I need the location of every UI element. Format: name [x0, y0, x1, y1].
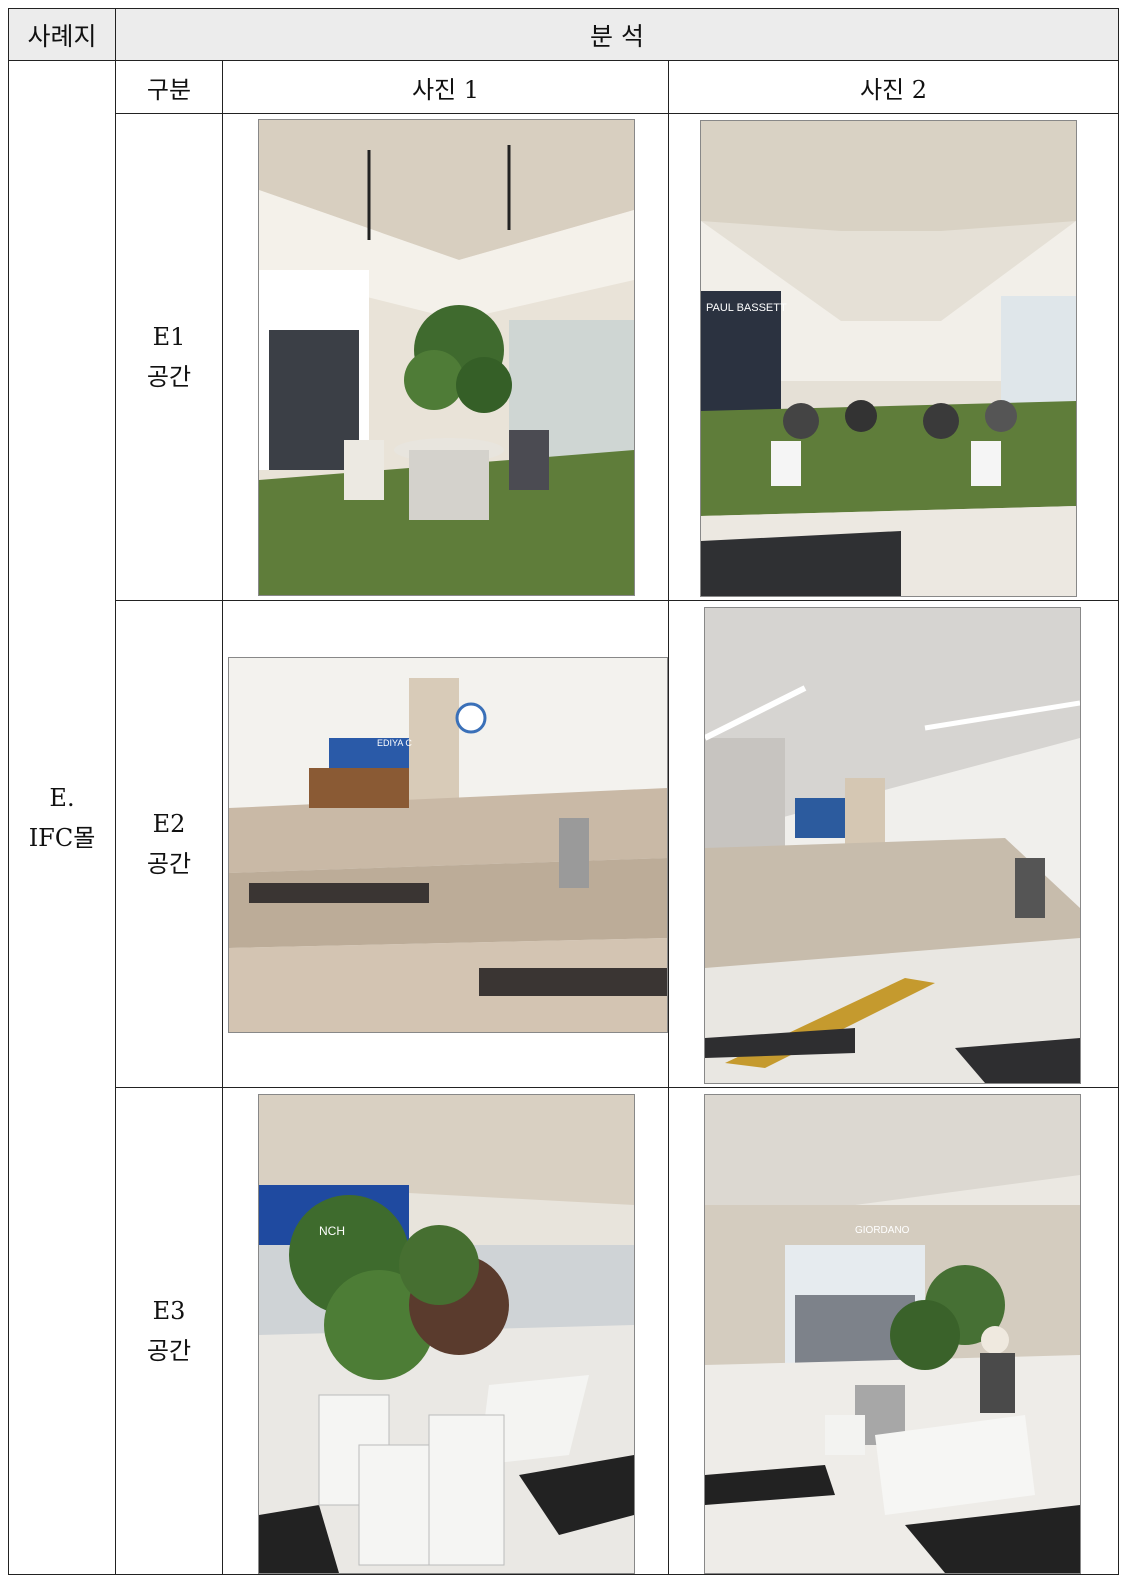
- header-analysis: 분 석: [114, 8, 1120, 61]
- e1-photo1-cell: [222, 113, 669, 601]
- e1-photo1-image: [259, 120, 634, 595]
- subheader-photo1: 사진 1: [222, 60, 669, 114]
- e3-photo1: NCH: [258, 1094, 635, 1574]
- e3-photo2-cell: GIORDANO: [667, 1087, 1120, 1575]
- paul-bassett-sign: PAUL BASSETT: [706, 302, 787, 314]
- e1-photo2-image: PAUL BASSETT: [701, 121, 1076, 596]
- e3-photo1-cell: NCH: [222, 1087, 669, 1575]
- row-label-e3-text: 공간: [146, 1337, 192, 1365]
- e2-photo2-cell: [667, 600, 1120, 1088]
- analysis-table: 사례지 분 석 E. IFC몰 구분 사진 1 사진 2 E1 공간 PAUL …: [8, 8, 1120, 1575]
- site-name-line1: E.: [49, 783, 75, 812]
- e2-photo1: EDIYA C: [228, 657, 668, 1033]
- row-label-e1-text: 공간: [146, 363, 192, 391]
- e3-photo2: GIORDANO: [704, 1094, 1081, 1574]
- header-site: 사례지: [8, 8, 116, 61]
- e2-photo1-cell: EDIYA C: [222, 600, 669, 1088]
- row-label-e3-code: E3: [152, 1297, 186, 1325]
- site-name-line2: IFC몰: [28, 823, 96, 852]
- ediya-sign: EDIYA C: [377, 738, 412, 748]
- e1-photo2-cell: PAUL BASSETT: [667, 113, 1120, 601]
- e1-photo1: [258, 119, 635, 596]
- e2-photo2: [704, 607, 1081, 1084]
- e3-photo1-image: NCH: [259, 1095, 634, 1573]
- row-label-e2: E2 공간: [115, 600, 223, 1088]
- row-label-e2-code: E2: [152, 810, 186, 838]
- e2-photo2-image: [705, 608, 1080, 1083]
- row-label-e1-code: E1: [152, 323, 186, 351]
- row-label-e1: E1 공간: [115, 113, 223, 601]
- row-label-e2-text: 공간: [146, 850, 192, 878]
- munch-sign: NCH: [319, 1224, 345, 1238]
- row-label-e3: E3 공간: [115, 1087, 223, 1575]
- subheader-category: 구분: [115, 60, 223, 114]
- e2-photo1-image: EDIYA C: [229, 658, 667, 1032]
- e1-photo2: PAUL BASSETT: [700, 120, 1077, 597]
- subheader-photo2: 사진 2: [667, 60, 1120, 114]
- site-name-cell: E. IFC몰: [8, 60, 116, 1575]
- e3-photo2-image: GIORDANO: [705, 1095, 1080, 1573]
- giordano-sign: GIORDANO: [855, 1225, 910, 1236]
